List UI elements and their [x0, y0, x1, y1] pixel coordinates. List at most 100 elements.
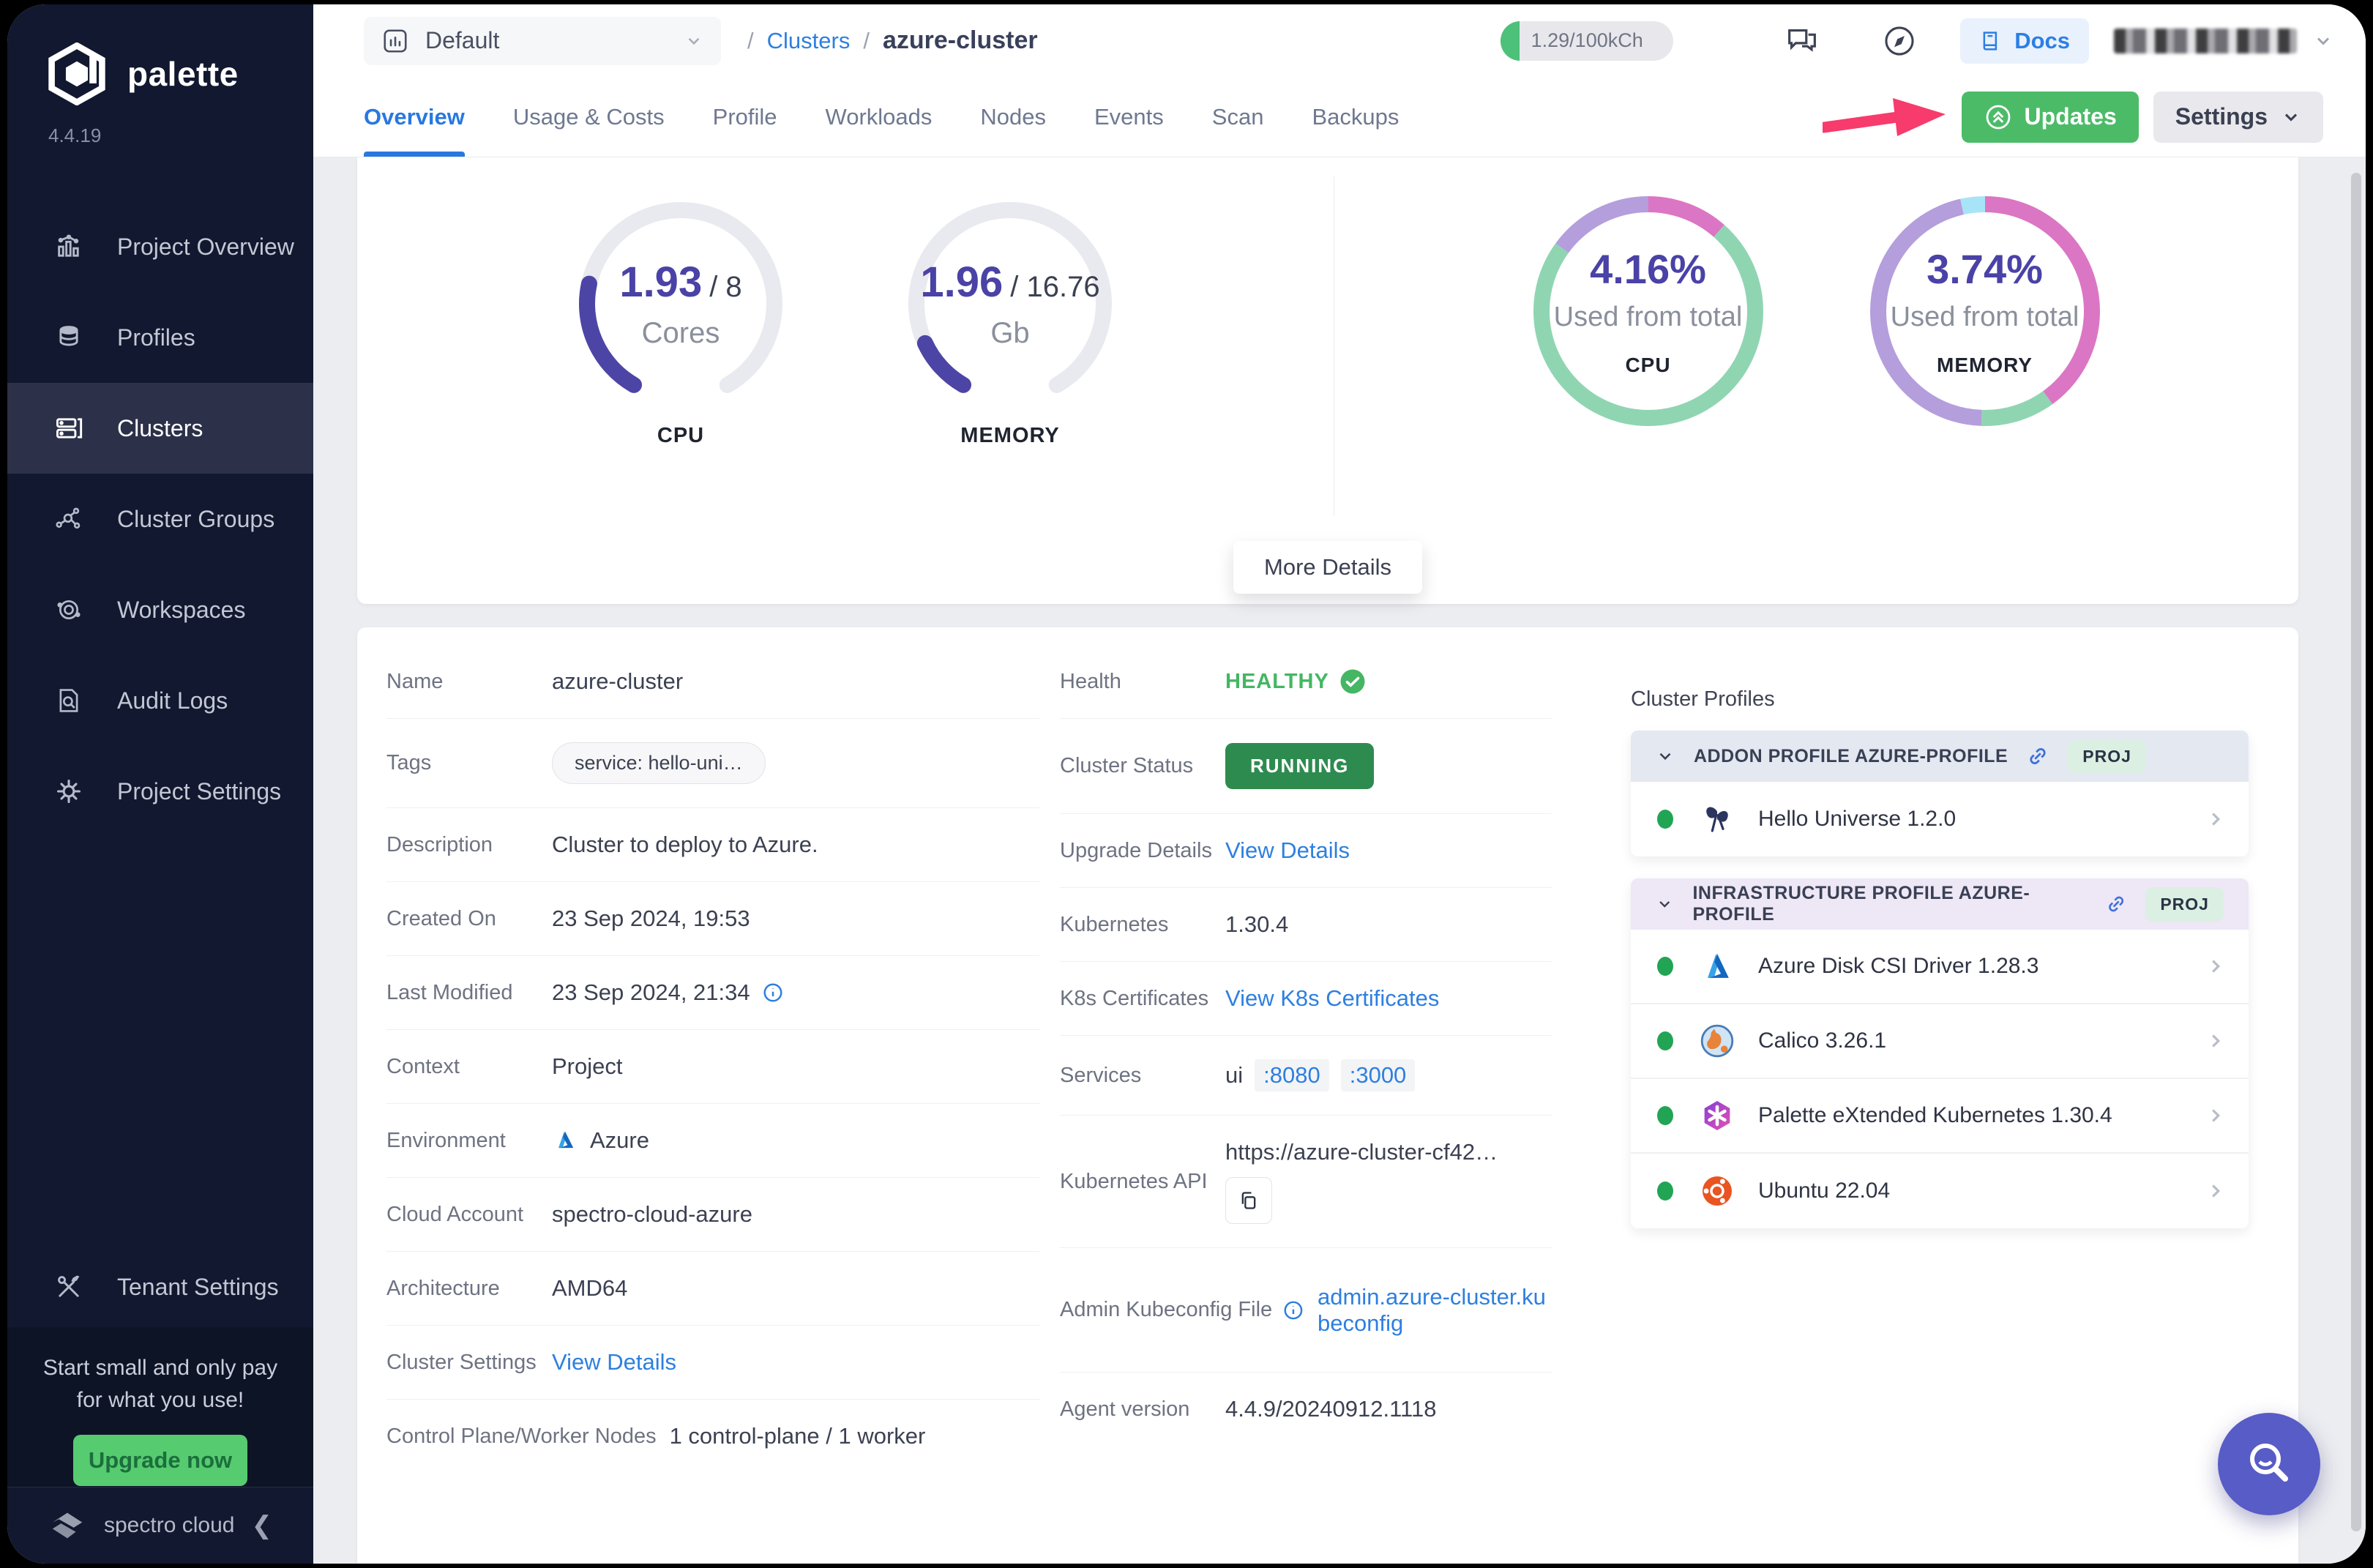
- updates-button[interactable]: Updates: [1962, 92, 2139, 143]
- profile-pack-pxk[interactable]: Palette eXtended Kubernetes 1.30.4: [1631, 1079, 2249, 1154]
- sidebar-item-workspaces[interactable]: Workspaces: [7, 564, 313, 655]
- explore-compass-button[interactable]: [1881, 23, 1918, 59]
- docs-button[interactable]: Docs: [1960, 18, 2089, 64]
- sidebar-footer: spectro cloud ❮: [7, 1487, 313, 1564]
- cluster-settings-view-details-link[interactable]: View Details: [552, 1349, 676, 1375]
- upgrade-now-button[interactable]: Upgrade now: [73, 1435, 247, 1486]
- user-menu-chevron-icon[interactable]: [2313, 31, 2333, 51]
- feedback-chat-button[interactable]: [1783, 22, 1821, 60]
- usage-quota-value: 1.29/100kCh: [1531, 29, 1643, 52]
- cpu-total-value: / 8: [709, 271, 741, 303]
- chevron-down-icon: [2281, 107, 2301, 127]
- sidebar-collapse-icon[interactable]: ❮: [252, 1511, 273, 1540]
- pack-status-dot: [1657, 1106, 1673, 1125]
- detail-row-kubernetes: Kubernetes 1.30.4: [1060, 888, 1552, 962]
- hello-universe-icon: [1697, 802, 1738, 837]
- detail-row-agent-version: Agent version 4.4.9/20240912.1118: [1060, 1373, 1552, 1446]
- tab-actions: Updates Settings: [1823, 77, 2323, 157]
- sidebar: palette 4.4.19 Project Overview: [7, 4, 313, 1564]
- settings-label: Settings: [2175, 103, 2268, 130]
- chart-bars-icon: [53, 232, 85, 261]
- memory-usage-donut: 3.74% Used from total MEMORY: [1868, 194, 2102, 604]
- project-icon: [381, 27, 409, 55]
- tab-overview[interactable]: Overview: [364, 77, 465, 157]
- project-selector-dropdown[interactable]: Default: [364, 17, 721, 65]
- profile-pack-ubuntu[interactable]: Ubuntu 22.04: [1631, 1154, 2249, 1228]
- tab-usage-costs[interactable]: Usage & Costs: [513, 77, 665, 157]
- sidebar-item-project-overview[interactable]: Project Overview: [7, 201, 313, 292]
- chevron-right-icon: [2205, 1030, 2227, 1052]
- sidebar-item-cluster-groups[interactable]: Cluster Groups: [7, 474, 313, 564]
- audit-log-icon: [53, 686, 85, 715]
- link-icon[interactable]: [2106, 893, 2126, 915]
- detail-row-kubernetes-api: Kubernetes API https://azure-cluster-cf4…: [1060, 1116, 1552, 1248]
- sidebar-item-tenant-settings[interactable]: Tenant Settings: [7, 1242, 313, 1332]
- infrastructure-profile-header[interactable]: INFRASTRUCTURE PROFILE AZURE-PROFILE PRO…: [1631, 878, 2249, 930]
- upgrade-promo: Start small and only pay for what you us…: [7, 1327, 313, 1487]
- palette-logo-icon: [45, 42, 108, 105]
- sidebar-item-label: Tenant Settings: [117, 1274, 279, 1301]
- tools-icon: [53, 1272, 85, 1302]
- tag-pill[interactable]: service: hello-uni…: [552, 742, 766, 784]
- cluster-tabs: Overview Usage & Costs Profile Workloads…: [313, 77, 2366, 157]
- tab-events[interactable]: Events: [1094, 77, 1164, 157]
- azure-disk-icon: [1697, 949, 1738, 983]
- updates-label: Updates: [2025, 103, 2117, 130]
- settings-button[interactable]: Settings: [2153, 92, 2323, 143]
- info-icon[interactable]: [762, 982, 784, 1004]
- more-details-button[interactable]: More Details: [1233, 541, 1422, 594]
- sidebar-item-clusters[interactable]: Clusters: [7, 383, 313, 474]
- updates-icon: [1984, 102, 2013, 132]
- project-selector-value: Default: [425, 27, 668, 54]
- spectro-cloud-logo-icon: [48, 1507, 86, 1545]
- memory-allocation-gauge: 1.96/ 16.76 Gb MEMORY: [900, 194, 1120, 604]
- docs-label: Docs: [2014, 28, 2070, 54]
- breadcrumb-clusters-link[interactable]: Clusters: [767, 28, 851, 54]
- pack-status-dot: [1657, 810, 1673, 829]
- chat-bubbles-icon: [1783, 22, 1821, 60]
- sidebar-item-audit-logs[interactable]: Audit Logs: [7, 655, 313, 746]
- main-area: Default / Clusters / azure-cluster 1.29/…: [313, 4, 2366, 1564]
- tab-profile[interactable]: Profile: [713, 77, 777, 157]
- search-fab-button[interactable]: [2218, 1413, 2320, 1515]
- chevron-right-icon: [2205, 1105, 2227, 1127]
- breadcrumb-separator: /: [863, 28, 870, 54]
- brand-logo: palette: [7, 4, 313, 105]
- cluster-details-card: Name azure-cluster Tags service: hello-u…: [357, 627, 2298, 1564]
- usage-quota-badge[interactable]: 1.29/100kCh: [1501, 21, 1673, 61]
- memory-unit: Gb: [990, 317, 1029, 350]
- gauge-metric-label: CPU: [571, 424, 791, 448]
- orbit-icon: [53, 595, 85, 624]
- copy-api-url-button[interactable]: [1225, 1177, 1272, 1224]
- addon-profile-header[interactable]: ADDON PROFILE AZURE-PROFILE PROJ: [1631, 731, 2249, 782]
- tab-nodes[interactable]: Nodes: [980, 77, 1046, 157]
- detail-row-tags: Tags service: hello-uni…: [386, 719, 1039, 808]
- check-circle-icon: [1339, 668, 1366, 695]
- infrastructure-profile-group: INFRASTRUCTURE PROFILE AZURE-PROFILE PRO…: [1631, 878, 2249, 1228]
- tab-scan[interactable]: Scan: [1212, 77, 1264, 157]
- view-k8s-certificates-link[interactable]: View K8s Certificates: [1225, 985, 1439, 1012]
- profile-pack-azure-csi[interactable]: Azure Disk CSI Driver 1.28.3: [1631, 930, 2249, 1004]
- service-port-link[interactable]: :8080: [1255, 1059, 1329, 1091]
- detail-row-nodes: Control Plane/Worker Nodes 1 control-pla…: [386, 1400, 1039, 1473]
- user-name-redacted[interactable]: [2114, 29, 2297, 53]
- profile-pack-hello-universe[interactable]: Hello Universe 1.2.0: [1631, 782, 2249, 856]
- sidebar-item-project-settings[interactable]: Project Settings: [7, 746, 313, 837]
- link-icon[interactable]: [2027, 745, 2049, 767]
- upgrade-view-details-link[interactable]: View Details: [1225, 837, 1350, 864]
- cpu-used-value: 1.93: [619, 258, 702, 306]
- vertical-scrollbar[interactable]: [2351, 173, 2361, 1531]
- memory-total-value: / 16.76: [1010, 271, 1099, 303]
- info-icon[interactable]: [1282, 1299, 1304, 1321]
- tab-backups[interactable]: Backups: [1312, 77, 1399, 157]
- detail-row-created-on: Created On 23 Sep 2024, 19:53: [386, 882, 1039, 956]
- profile-pack-calico[interactable]: Calico 3.26.1: [1631, 1004, 2249, 1079]
- kubeconfig-download-link[interactable]: admin.azure-cluster.kubeconfig: [1318, 1284, 1552, 1337]
- health-status: HEALTHY: [1225, 668, 1366, 695]
- sidebar-item-profiles[interactable]: Profiles: [7, 292, 313, 383]
- service-port-link[interactable]: :3000: [1341, 1059, 1416, 1091]
- promo-line-2: for what you use!: [7, 1384, 313, 1416]
- sidebar-item-label: Project Settings: [117, 778, 281, 805]
- tab-workloads[interactable]: Workloads: [826, 77, 933, 157]
- sidebar-nav: Project Overview Profiles: [7, 201, 313, 837]
